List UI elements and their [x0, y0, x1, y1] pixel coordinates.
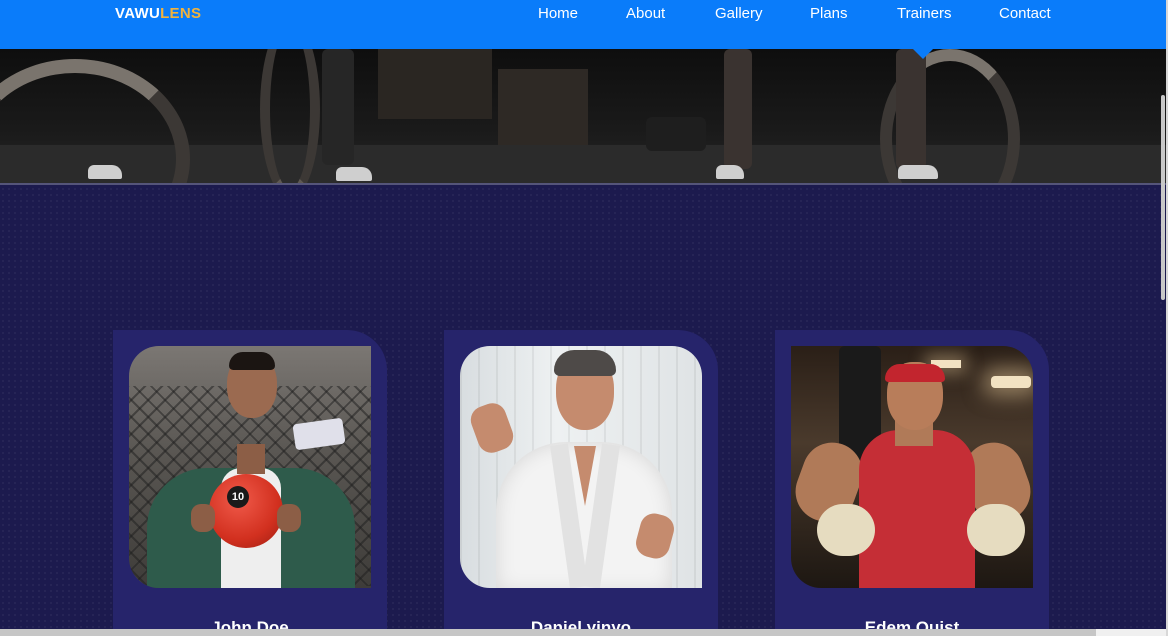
nav-trainers[interactable]: Trainers [897, 5, 951, 22]
trainer-photo: 10 [129, 346, 371, 588]
nav-about[interactable]: About [626, 5, 665, 22]
hero-athlete-leg [724, 49, 752, 169]
photo-neck [237, 444, 265, 474]
photo-light [991, 376, 1031, 388]
medicine-ball [209, 474, 283, 548]
horizontal-scrollbar-thumb[interactable] [0, 629, 1096, 636]
nav-contact[interactable]: Contact [999, 5, 1051, 22]
hero-shoe [336, 167, 372, 181]
hero-athlete-leg [322, 49, 354, 165]
photo-hand [191, 504, 215, 532]
trainer-photo [460, 346, 702, 588]
photo-hair [229, 352, 275, 370]
brand-logo[interactable]: VAWULENS [115, 5, 201, 22]
boxing-glove [967, 504, 1025, 556]
nav-plans[interactable]: Plans [810, 5, 848, 22]
vertical-scrollbar-thumb[interactable] [1161, 95, 1165, 300]
hero-shoe [88, 165, 122, 179]
photo-hair [554, 350, 616, 376]
nav-home[interactable]: Home [538, 5, 578, 22]
trainer-photo [791, 346, 1033, 588]
hero-plyo-box-2 [498, 69, 588, 145]
navbar: VAWULENS Home About Gallery Plans Traine… [0, 0, 1166, 49]
active-nav-indicator [913, 49, 933, 59]
hero-shoe [898, 165, 938, 179]
photo-headband [885, 364, 945, 382]
brand-logo-part1: VAWU [115, 5, 161, 22]
photo-tank-top [859, 430, 975, 588]
photo-hand [277, 504, 301, 532]
hero-kettlebell [646, 117, 706, 151]
trainer-card[interactable]: Daniel yinyo [444, 330, 718, 636]
brand-logo-part2: LENS [160, 5, 202, 22]
boxing-glove [817, 504, 875, 556]
trainer-card[interactable]: 10 John Doe [113, 330, 387, 636]
hero-shoe [716, 165, 744, 179]
trainer-card[interactable]: Edem Quist [775, 330, 1049, 636]
nav-gallery[interactable]: Gallery [715, 5, 763, 22]
hero-banner-image [0, 49, 1166, 185]
hero-plyo-box [378, 49, 492, 119]
page: VAWULENS Home About Gallery Plans Traine… [0, 0, 1168, 636]
hero-athlete-leg [896, 49, 926, 169]
hero-battle-rope-mid [260, 49, 320, 183]
medicine-ball-number: 10 [227, 486, 249, 508]
